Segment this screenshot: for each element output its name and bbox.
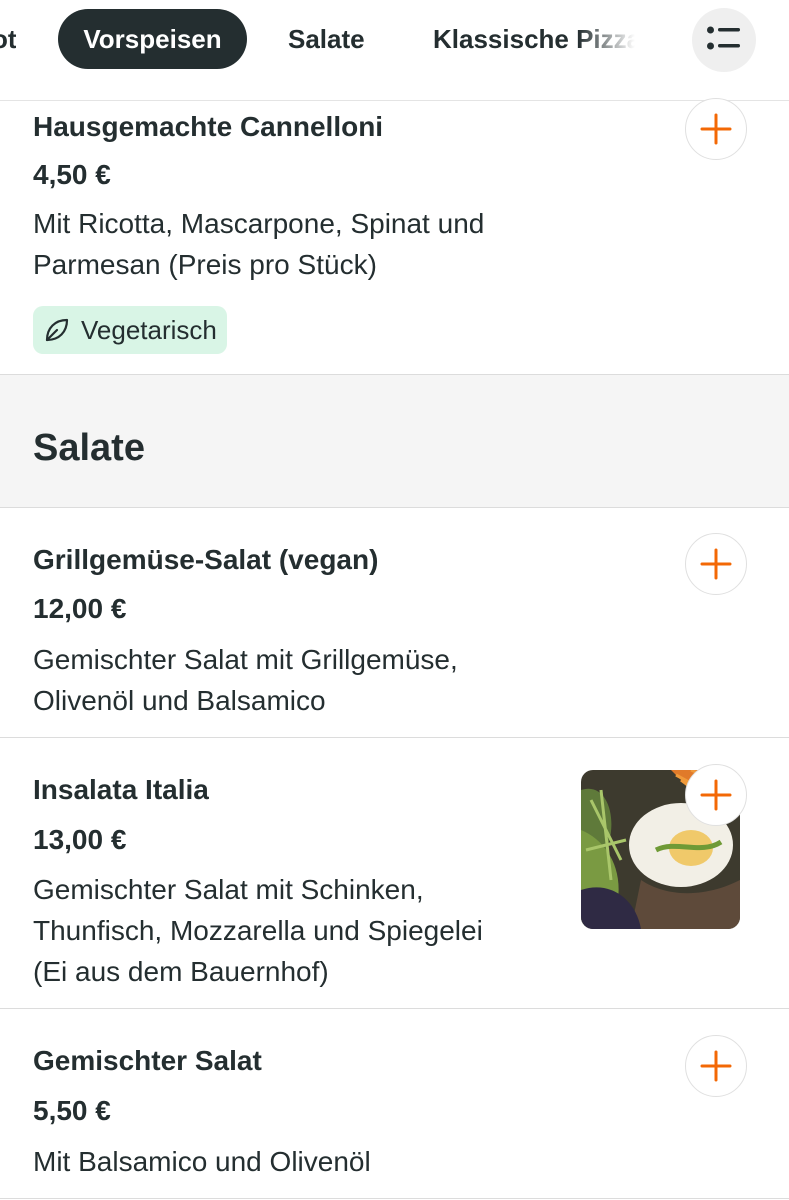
- item-description-line: (Ei aus dem Bauernhof): [33, 956, 329, 987]
- tab-klassische-pizza[interactable]: Klassische Pizza: [433, 9, 638, 69]
- item-price: 13,00 €: [33, 824, 127, 855]
- item-name: Insalata Italia: [33, 774, 209, 805]
- plus-icon: [699, 547, 733, 581]
- item-description-line: Mit Ricotta, Mascarpone, Spinat und: [33, 208, 485, 239]
- item-name: Hausgemachte Cannelloni: [33, 111, 384, 142]
- item-description-line: Gemischter Salat mit Grillgemüse,: [33, 644, 458, 675]
- item-price: 4,50 €: [33, 159, 111, 190]
- vegetarian-badge: Vegetarisch: [33, 306, 227, 354]
- item-description-line: Mit Balsamico und Olivenöl: [33, 1146, 371, 1177]
- tab-vorspeisen[interactable]: Vorspeisen: [58, 9, 247, 69]
- tab-partial[interactable]: ot: [0, 9, 16, 69]
- plus-icon: [699, 1049, 733, 1083]
- item-description-line: Parmesan (Preis pro Stück): [33, 249, 377, 280]
- add-button[interactable]: [685, 764, 747, 826]
- item-price: 12,00 €: [33, 593, 127, 624]
- item-description: Gemischter Salat mit Schinken, Thunfisch…: [33, 869, 483, 992]
- menu-item[interactable]: Gemischter Salat 5,50 € Mit Balsamico un…: [0, 1009, 789, 1199]
- category-nav: ot Vorspeisen Salate Klassische Pizza: [0, 0, 789, 101]
- list-icon: [707, 26, 741, 55]
- plus-icon: [699, 112, 733, 146]
- item-description-line: Thunfisch, Mozzarella und Spiegelei: [33, 915, 483, 946]
- tab-salate[interactable]: Salate: [288, 9, 365, 69]
- item-name: Grillgemüse-Salat (vegan): [33, 544, 379, 575]
- item-price: 5,50 €: [33, 1095, 111, 1126]
- menu-item[interactable]: Hausgemachte Cannelloni 4,50 € Mit Ricot…: [0, 98, 789, 375]
- add-button[interactable]: [685, 533, 747, 595]
- section-header: Salate: [0, 375, 789, 508]
- section-title: Salate: [33, 427, 145, 469]
- item-description: Mit Balsamico und Olivenöl: [33, 1141, 371, 1182]
- leaf-icon: [43, 316, 71, 344]
- menu-item[interactable]: Grillgemüse-Salat (vegan) 12,00 € Gemisc…: [0, 508, 789, 738]
- item-description-line: Olivenöl und Balsamico: [33, 685, 326, 716]
- badge-label: Vegetarisch: [81, 314, 217, 345]
- add-button[interactable]: [685, 98, 747, 160]
- item-name: Gemischter Salat: [33, 1045, 262, 1076]
- menu-item[interactable]: Insalata Italia 13,00 € Gemischter Salat…: [0, 738, 789, 1009]
- category-list-button[interactable]: [692, 8, 756, 72]
- item-description: Gemischter Salat mit Grillgemüse, Oliven…: [33, 639, 458, 721]
- item-description: Mit Ricotta, Mascarpone, Spinat und Parm…: [33, 203, 484, 285]
- item-description-line: Gemischter Salat mit Schinken,: [33, 874, 424, 905]
- plus-icon: [699, 778, 733, 812]
- add-button[interactable]: [685, 1035, 747, 1097]
